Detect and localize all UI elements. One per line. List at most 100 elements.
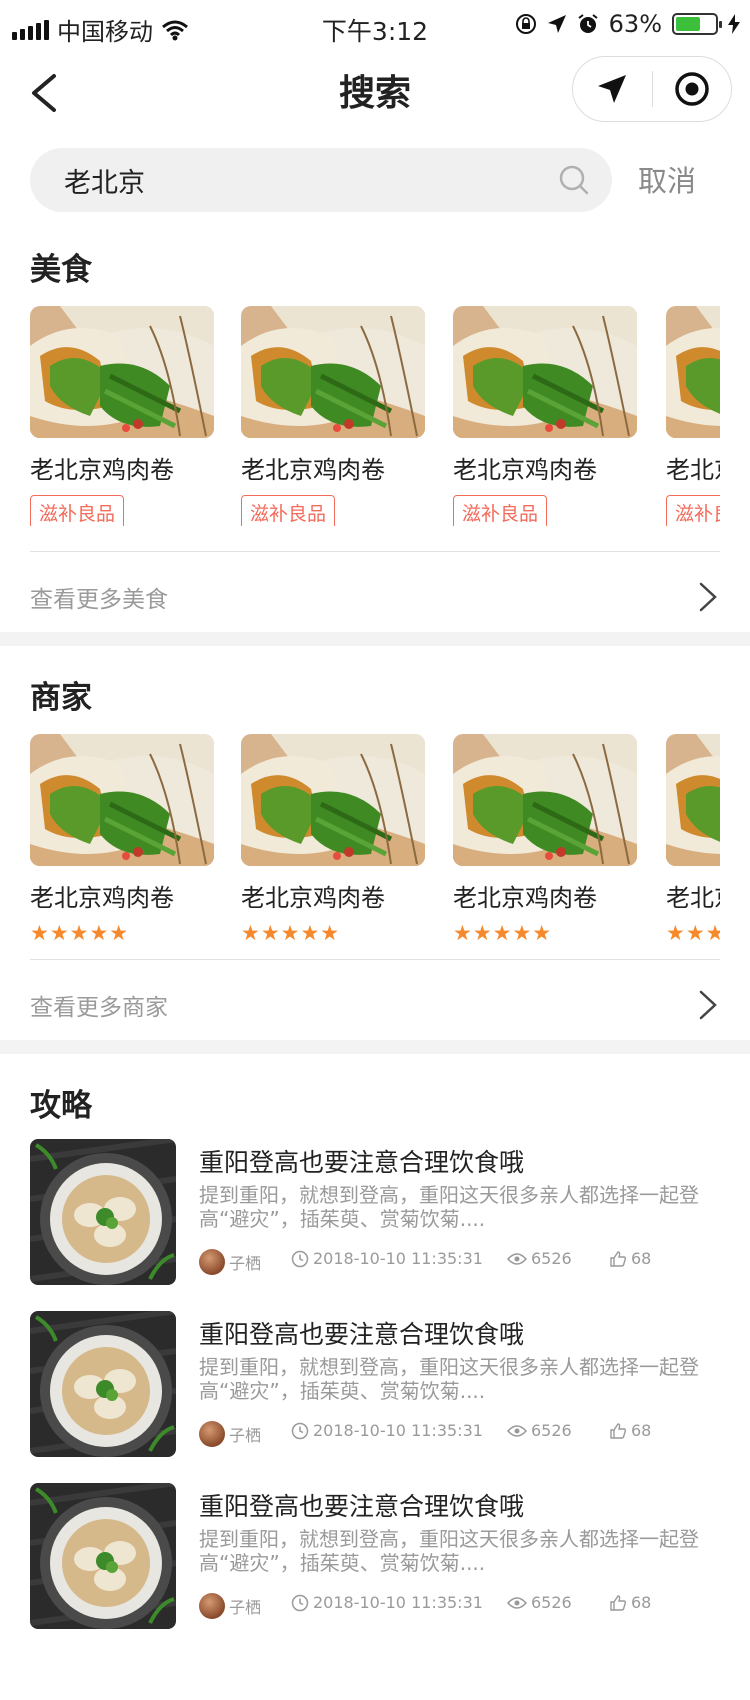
food-card[interactable]: 老北京鸡肉卷 滋补良品 xyxy=(30,306,214,526)
article-summary: 提到重阳，就想到登高，重阳这天很多亲人都选择一起登高“避灾”，插茱萸、赏菊饮菊.… xyxy=(199,1355,699,1403)
location-button[interactable] xyxy=(573,57,652,121)
food-tag: 滋补良品 xyxy=(241,495,336,526)
battery-icon xyxy=(672,13,722,35)
more-merchants-label: 查看更多商家 xyxy=(30,995,168,1021)
article-title: 重阳登高也要注意合理饮食哦 xyxy=(199,1320,525,1349)
star-rating: ★★★★★ xyxy=(453,921,553,944)
merchant-card[interactable]: 老北京鸡肉卷 ★★★★★ xyxy=(666,734,720,944)
article-views: 6526 xyxy=(531,1593,572,1612)
merchant-image xyxy=(241,734,425,866)
eye-icon xyxy=(507,1596,527,1609)
food-image xyxy=(241,306,425,438)
merchant-carousel[interactable]: 老北京鸡肉卷 ★★★★★ 老北京鸡肉卷 ★★★★★ 老北京鸡肉卷 ★★★★★ 老… xyxy=(30,734,720,944)
article-item[interactable]: 重阳登高也要注意合理饮食哦 提到重阳，就想到登高，重阳这天很多亲人都选择一起登高… xyxy=(30,1483,720,1629)
chevron-right-icon xyxy=(699,990,717,1020)
article-author: 子栖 xyxy=(229,1426,262,1445)
navigation-arrow-icon xyxy=(598,75,627,103)
article-date: 2018-10-10 11:35:31 xyxy=(313,1593,483,1612)
search-icon[interactable] xyxy=(558,164,590,196)
search-input[interactable]: 老北京 xyxy=(30,148,612,212)
article-item[interactable]: 重阳登高也要注意合理饮食哦 提到重阳，就想到登高，重阳这天很多亲人都选择一起登高… xyxy=(30,1139,720,1285)
status-bar: 中国移动 下午3:12 63% xyxy=(0,0,750,56)
merchant-image xyxy=(30,734,214,866)
close-miniprogram-button[interactable] xyxy=(653,57,732,121)
star-rating: ★★★★★ xyxy=(666,921,720,944)
clock-icon xyxy=(291,1594,309,1611)
clock-icon xyxy=(291,1250,309,1267)
food-section-title: 美食 xyxy=(30,252,92,288)
article-title: 重阳登高也要注意合理饮食哦 xyxy=(199,1492,525,1521)
more-food-label: 查看更多美食 xyxy=(30,587,168,613)
merchant-card[interactable]: 老北京鸡肉卷 ★★★★★ xyxy=(30,734,214,944)
avatar xyxy=(199,1421,225,1447)
eye-icon xyxy=(507,1252,527,1265)
star-rating: ★★★★★ xyxy=(241,921,341,944)
guide-section-title: 攻略 xyxy=(30,1088,92,1124)
avatar xyxy=(199,1249,225,1275)
search-row: 老北京 取消 xyxy=(0,148,750,212)
merchant-name: 老北京鸡肉卷 xyxy=(241,884,385,912)
article-thumbnail xyxy=(30,1311,176,1457)
star-rating: ★★★★★ xyxy=(30,921,130,944)
article-date: 2018-10-10 11:35:31 xyxy=(313,1249,483,1268)
article-author: 子栖 xyxy=(229,1598,262,1617)
rotation-lock-icon xyxy=(515,14,536,34)
merchant-card[interactable]: 老北京鸡肉卷 ★★★★★ xyxy=(241,734,425,944)
food-tag: 滋补良品 xyxy=(666,495,720,526)
article-views: 6526 xyxy=(531,1421,572,1440)
article-title: 重阳登高也要注意合理饮食哦 xyxy=(199,1148,525,1177)
food-carousel[interactable]: 老北京鸡肉卷 滋补良品 老北京鸡肉卷 滋补良品 老北京鸡肉卷 滋补良品 老北京鸡… xyxy=(30,306,720,526)
battery-percent: 63% xyxy=(608,10,662,38)
article-likes: 68 xyxy=(631,1249,652,1268)
chevron-right-icon xyxy=(699,582,717,612)
article-summary: 提到重阳，就想到登高，重阳这天很多亲人都选择一起登高“避灾”，插茱萸、赏菊饮菊.… xyxy=(199,1527,699,1575)
article-views: 6526 xyxy=(531,1249,572,1268)
location-arrow-icon xyxy=(547,15,566,33)
section-separator xyxy=(0,632,750,646)
divider xyxy=(30,551,720,552)
food-image xyxy=(30,306,214,438)
article-likes: 68 xyxy=(631,1421,652,1440)
merchant-card[interactable]: 老北京鸡肉卷 ★★★★★ xyxy=(453,734,637,944)
merchant-name: 老北京鸡肉卷 xyxy=(30,884,174,912)
clock-icon xyxy=(291,1422,309,1439)
food-card[interactable]: 老北京鸡肉卷 滋补良品 xyxy=(453,306,637,526)
capsule-menu xyxy=(572,56,732,122)
cancel-button[interactable]: 取消 xyxy=(638,158,696,200)
article-thumbnail xyxy=(30,1483,176,1629)
merchant-section-title: 商家 xyxy=(30,680,92,716)
food-card[interactable]: 老北京鸡肉卷 滋补良品 xyxy=(666,306,720,526)
article-likes: 68 xyxy=(631,1593,652,1612)
food-image xyxy=(666,306,720,438)
food-tag: 滋补良品 xyxy=(453,495,548,526)
food-name: 老北京鸡肉卷 xyxy=(241,456,385,484)
article-item[interactable]: 重阳登高也要注意合理饮食哦 提到重阳，就想到登高，重阳这天很多亲人都选择一起登高… xyxy=(30,1311,720,1457)
thumbs-up-icon xyxy=(610,1250,627,1267)
food-card[interactable]: 老北京鸡肉卷 滋补良品 xyxy=(241,306,425,526)
avatar xyxy=(199,1593,225,1619)
search-query: 老北京 xyxy=(64,168,145,199)
article-meta: 子栖 2018-10-10 11:35:31 6526 68 xyxy=(199,1593,720,1619)
article-summary: 提到重阳，就想到登高，重阳这天很多亲人都选择一起登高“避灾”，插茱萸、赏菊饮菊.… xyxy=(199,1183,699,1231)
eye-icon xyxy=(507,1424,527,1437)
nav-bar: 搜索 xyxy=(0,56,750,130)
thumbs-up-icon xyxy=(610,1594,627,1611)
charging-icon xyxy=(728,14,740,34)
target-icon xyxy=(675,72,709,106)
thumbs-up-icon xyxy=(610,1422,627,1439)
merchant-image xyxy=(453,734,637,866)
food-image xyxy=(453,306,637,438)
article-thumbnail xyxy=(30,1139,176,1285)
merchant-name: 老北京鸡肉卷 xyxy=(666,884,720,912)
article-date: 2018-10-10 11:35:31 xyxy=(313,1421,483,1440)
article-author: 子栖 xyxy=(229,1254,262,1273)
more-food-link[interactable]: 查看更多美食 xyxy=(30,572,720,622)
divider xyxy=(30,959,720,960)
food-name: 老北京鸡肉卷 xyxy=(30,456,174,484)
food-name: 老北京鸡肉卷 xyxy=(666,456,720,484)
merchant-name: 老北京鸡肉卷 xyxy=(453,884,597,912)
section-separator xyxy=(0,1040,750,1054)
more-merchants-link[interactable]: 查看更多商家 xyxy=(30,980,720,1030)
alarm-icon xyxy=(578,14,598,33)
food-tag: 滋补良品 xyxy=(30,495,125,526)
